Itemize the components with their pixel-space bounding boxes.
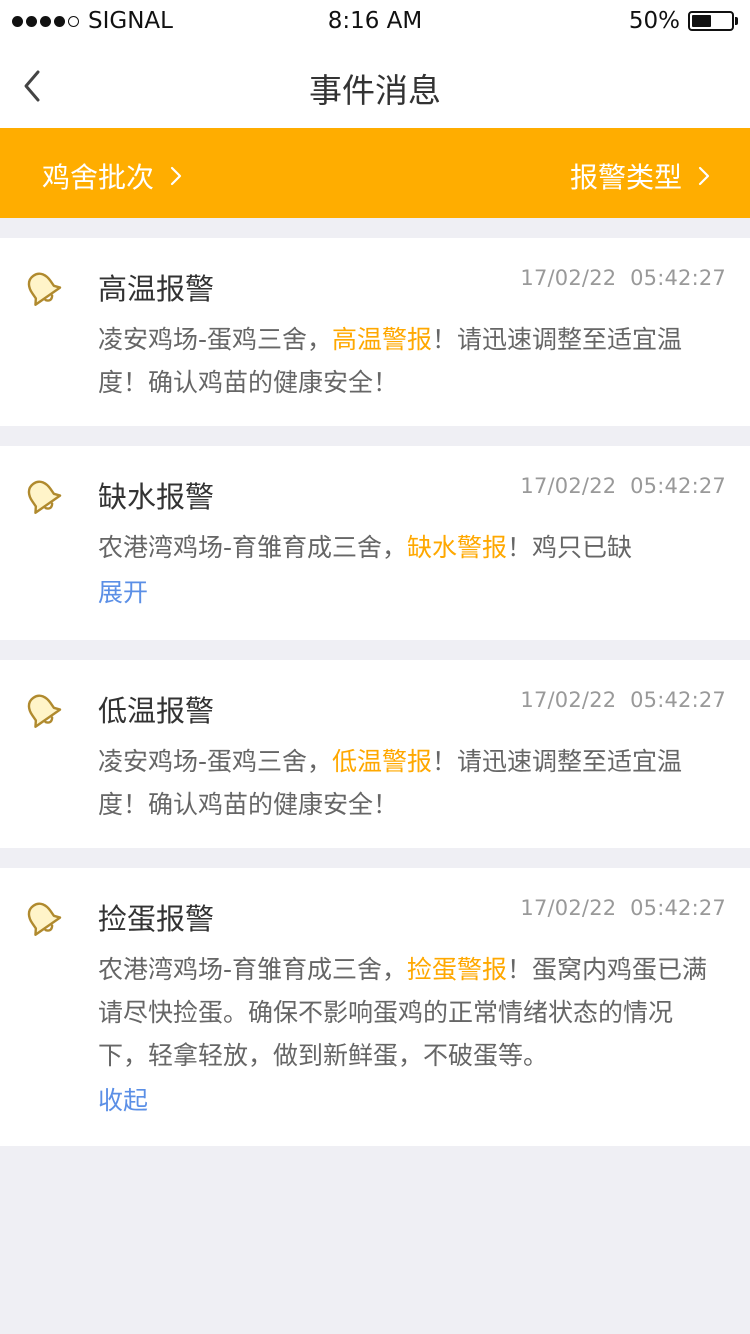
battery-indicator: 50% [629, 8, 738, 34]
battery-fill [692, 15, 711, 27]
message-body-text: 农港湾鸡场-育雏育成三舍， [98, 955, 408, 984]
message-body-text: 凌安鸡场-蛋鸡三舍， [98, 325, 333, 354]
expand-link[interactable]: 展开 [98, 573, 148, 609]
alarm-highlight: 低温警报 [332, 747, 433, 776]
message-body: 凌安鸡场-蛋鸡三舍，高温警报！请迅速调整至适宜温度！确认鸡苗的健康安全！ [98, 318, 718, 404]
bell-icon [22, 268, 62, 308]
message-title: 捡蛋报警 [98, 902, 215, 936]
message-card[interactable]: 捡蛋报警 17/02/22 05:42:27 农港湾鸡场-育雏育成三舍，捡蛋警报！蛋… [0, 868, 750, 1146]
message-card[interactable]: 低温报警 17/02/22 05:42:27 凌安鸡场-蛋鸡三舍，低温警报！请迅速调… [0, 660, 750, 848]
filter-alarm-type-label: 报警类型 [569, 161, 682, 194]
alarm-highlight: 缺水警报 [407, 533, 508, 562]
message-timestamp: 17/02/22 05:42:27 [520, 896, 726, 920]
message-body-text: 凌安鸡场-蛋鸡三舍， [98, 747, 333, 776]
message-body: 凌安鸡场-蛋鸡三舍，低温警报！请迅速调整至适宜温度！确认鸡苗的健康安全！ [98, 740, 718, 826]
nav-bar: 事件消息 [0, 42, 750, 128]
bell-icon [22, 476, 62, 516]
message-title: 高温报警 [98, 272, 215, 306]
filter-alarm-type[interactable]: 报警类型 [570, 156, 710, 196]
message-title: 低温报警 [98, 694, 215, 728]
filter-bar: 鸡舍批次 报警类型 [0, 128, 750, 218]
bell-icon [22, 898, 62, 938]
message-card[interactable]: 缺水报警 17/02/22 05:42:27 农港湾鸡场-育雏育成三舍，缺水警报！鸡… [0, 446, 750, 640]
alarm-highlight: 高温警报 [332, 325, 433, 354]
alarm-highlight: 捡蛋警报 [407, 955, 508, 984]
chevron-right-icon [170, 166, 182, 186]
message-body: 农港湾鸡场-育雏育成三舍，缺水警报！鸡只已缺 [98, 526, 718, 569]
chevron-right-icon [698, 166, 710, 186]
bell-icon [22, 690, 62, 730]
filter-coop-batch[interactable]: 鸡舍批次 [42, 156, 182, 196]
collapse-link[interactable]: 收起 [98, 1081, 148, 1117]
page-title: 事件消息 [309, 71, 441, 110]
message-body-text: 农港湾鸡场-育雏育成三舍， [98, 533, 408, 562]
status-bar: SIGNAL 8:16 AM 50% [0, 0, 750, 42]
filter-coop-batch-label: 鸡舍批次 [42, 161, 155, 194]
battery-percent: 50% [628, 8, 680, 34]
message-card[interactable]: 高温报警 17/02/22 05:42:27 凌安鸡场-蛋鸡三舍，高温警报！请迅速调… [0, 238, 750, 426]
battery-cap [735, 17, 738, 25]
message-timestamp: 17/02/22 05:42:27 [520, 474, 726, 498]
message-timestamp: 17/02/22 05:42:27 [520, 266, 726, 290]
message-title: 缺水报警 [98, 480, 215, 514]
message-body-text: ！鸡只已缺 [507, 533, 633, 562]
battery-icon [688, 11, 734, 31]
message-body: 农港湾鸡场-育雏育成三舍，捡蛋警报！蛋窝内鸡蛋已满请尽快捡蛋。确保不影响蛋鸡的正… [98, 948, 718, 1077]
message-timestamp: 17/02/22 05:42:27 [520, 688, 726, 712]
